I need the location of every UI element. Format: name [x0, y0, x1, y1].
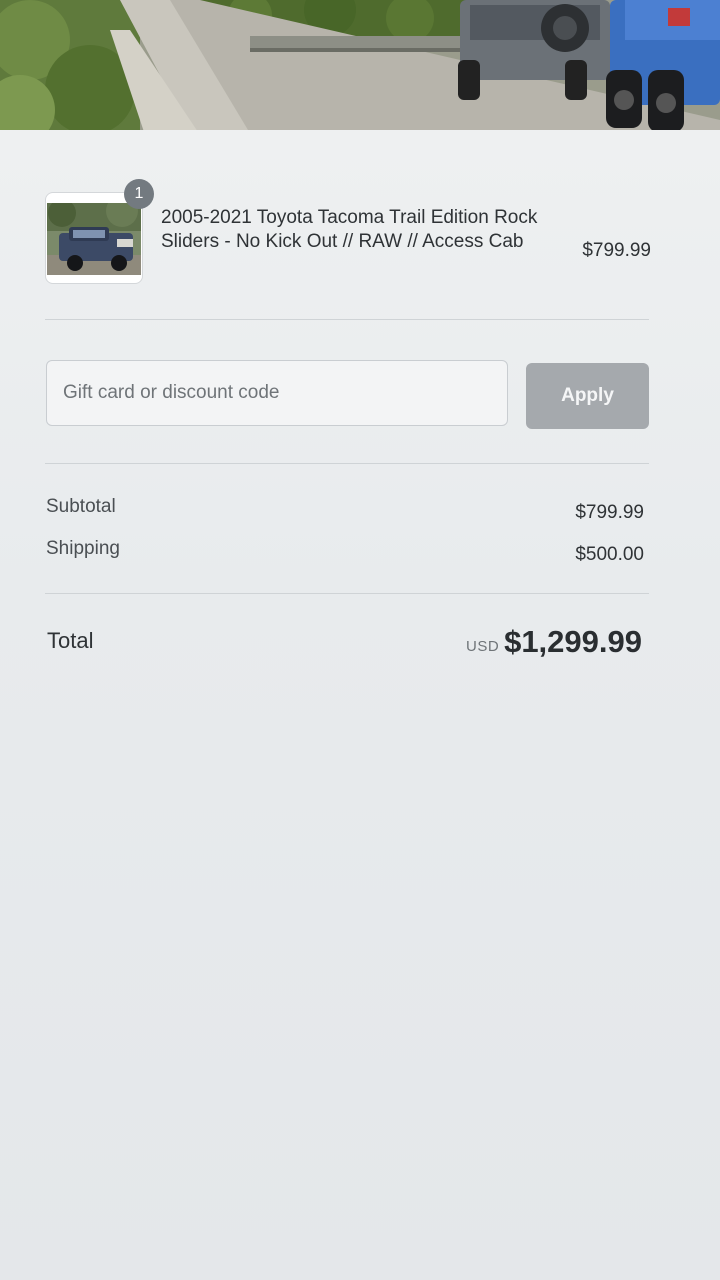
- order-summary: 1 2005-2021 Toyota Tacoma Trail Edition …: [0, 130, 720, 1280]
- apply-button[interactable]: Apply: [526, 363, 649, 429]
- truck-thumbnail-image: [47, 203, 141, 275]
- product-price: $799.99: [582, 240, 651, 261]
- subtotal-label: Subtotal: [46, 496, 116, 517]
- divider: [45, 593, 649, 594]
- total-currency: USD: [466, 638, 500, 655]
- checkout-page: 1 2005-2021 Toyota Tacoma Trail Edition …: [0, 0, 720, 1280]
- divider: [45, 463, 649, 464]
- discount-code-input[interactable]: [46, 360, 508, 426]
- truck-banner-image: [0, 0, 720, 150]
- divider: [45, 319, 649, 320]
- shipping-label: Shipping: [46, 538, 120, 559]
- product-name: 2005-2021 Toyota Tacoma Trail Edition Ro…: [161, 207, 538, 252]
- total-label: Total: [47, 628, 94, 653]
- total-value: $1,299.99: [504, 624, 642, 659]
- shipping-value: $500.00: [575, 544, 644, 565]
- product-thumbnail: 1: [45, 179, 154, 284]
- quantity-badge: 1: [124, 179, 154, 209]
- subtotal-value: $799.99: [575, 502, 644, 523]
